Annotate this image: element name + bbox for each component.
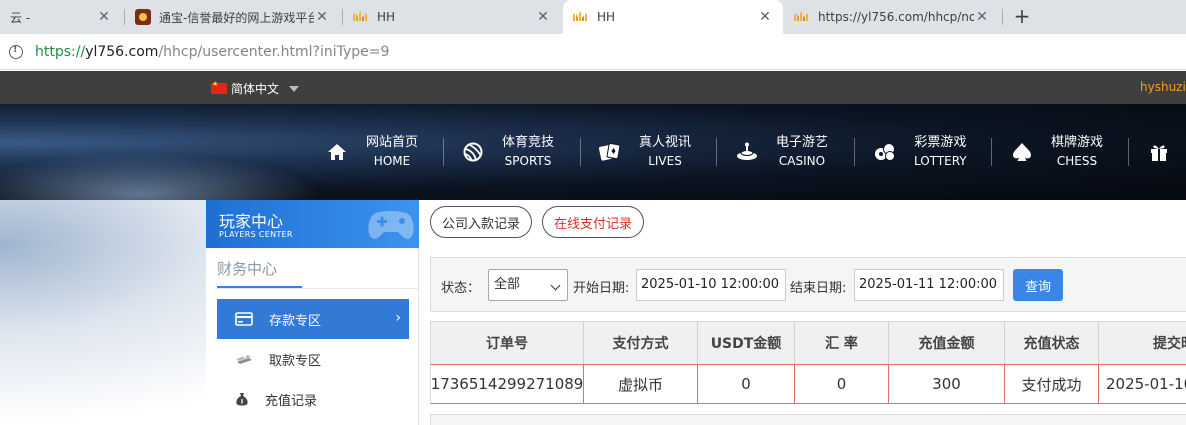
site-info-icon[interactable] bbox=[9, 44, 23, 59]
browser-tab-strip: 云 - ✕ 通宝-信誉最好的网上游戏平台 ✕ HH ✕ HH ✕ https:/… bbox=[0, 0, 1186, 34]
slot-icon bbox=[736, 141, 758, 163]
status-select[interactable]: 全部 bbox=[488, 269, 568, 301]
sidebar-item-withdraw[interactable]: 取款专区 bbox=[217, 339, 409, 379]
money-bag-icon bbox=[233, 392, 251, 406]
url-text[interactable]: https://yl756.com/hhcp/usercenter.html?i… bbox=[35, 44, 389, 60]
site-top-bar: 简体中文 hyshuzi bbox=[0, 71, 1186, 104]
cash-icon bbox=[235, 352, 253, 366]
column-header: 支付方式 bbox=[584, 322, 698, 364]
browser-tab[interactable]: 通宝-信誉最好的网上游戏平台 ✕ bbox=[125, 0, 340, 34]
nav-casino[interactable]: 电子游艺 CASINO bbox=[736, 134, 828, 170]
sidebar-item-deposit[interactable]: 存款专区 › bbox=[217, 299, 409, 339]
site-favicon-icon bbox=[135, 9, 151, 25]
nav-home[interactable]: 网站首页 HOME bbox=[326, 134, 418, 170]
column-header: 汇 率 bbox=[795, 322, 889, 364]
caret-down-icon bbox=[289, 85, 300, 92]
company-deposit-records-tab[interactable]: 公司入款记录 bbox=[430, 206, 532, 238]
nav-promotions[interactable] bbox=[1148, 134, 1186, 170]
site-favicon-icon bbox=[573, 10, 589, 21]
start-date-label: 开始日期: bbox=[573, 281, 630, 296]
cards-icon bbox=[599, 141, 621, 163]
ball-icon bbox=[462, 141, 484, 163]
chevron-right-icon: › bbox=[395, 310, 401, 326]
nav-lottery[interactable]: 彩票游戏 LOTTERY bbox=[874, 134, 967, 170]
spade-icon bbox=[1011, 141, 1033, 163]
column-header: 提交时间 bbox=[1099, 322, 1186, 364]
sidebar-item-recharge-records[interactable]: 充值记录 bbox=[217, 379, 409, 419]
site-favicon-icon bbox=[353, 10, 369, 21]
column-header: 充值金额 bbox=[889, 322, 1005, 364]
close-icon[interactable]: ✕ bbox=[314, 9, 330, 25]
filter-bar: 状态： 全部 开始日期: 2025-01-10 12:00:00 结束日期: 2… bbox=[430, 257, 1186, 312]
gamepad-icon bbox=[368, 211, 414, 239]
column-header: 订单号 bbox=[430, 322, 584, 364]
table-cell: 300 bbox=[889, 364, 1005, 404]
language-selector[interactable]: 简体中文 bbox=[211, 80, 300, 97]
username-link[interactable]: hyshuzi bbox=[1140, 80, 1186, 94]
nav-chess[interactable]: 棋牌游戏 CHESS bbox=[1011, 134, 1103, 170]
nav-sports[interactable]: 体育竞技 SPORTS bbox=[462, 134, 554, 170]
end-date-label: 结束日期: bbox=[790, 281, 847, 296]
table-cell: 虚拟币 bbox=[584, 364, 698, 404]
start-date-input[interactable]: 2025-01-10 12:00:00 bbox=[636, 269, 786, 301]
table-cell: 支付成功 bbox=[1005, 364, 1099, 404]
card-icon bbox=[235, 312, 253, 326]
end-date-input[interactable]: 2025-01-11 12:00:00 bbox=[854, 269, 1004, 301]
pagination-area bbox=[430, 414, 1186, 425]
lottery-balls-icon bbox=[874, 141, 896, 163]
query-button[interactable]: 查询 bbox=[1013, 269, 1063, 301]
close-icon[interactable]: ✕ bbox=[757, 9, 773, 25]
finance-center-title: 财务中心 bbox=[217, 260, 278, 278]
finance-sidebar: 财务中心 存款专区 › 取款专区 充值记录 bbox=[206, 248, 419, 425]
address-bar[interactable]: https://yl756.com/hhcp/usercenter.html?i… bbox=[0, 34, 1186, 70]
table-cell: 1736514299271089 bbox=[430, 364, 584, 404]
new-tab-plus-icon[interactable]: + bbox=[1010, 5, 1034, 29]
browser-tab[interactable]: 云 - ✕ bbox=[0, 0, 122, 34]
close-icon[interactable]: ✕ bbox=[974, 9, 990, 25]
records-table: 订单号 支付方式 USDT金额 汇 率 充值金额 充值状态 提交时间 17365… bbox=[430, 321, 1186, 405]
main-navigation: 网站首页 HOME 体育竞技 SPORTS 真人视讯 LIVES 电子游艺 CASINO… bbox=[0, 104, 1186, 200]
column-header: USDT金额 bbox=[698, 322, 795, 364]
browser-tab[interactable]: https://yl756.com/hhcp/noti ✕ bbox=[784, 0, 1000, 34]
close-icon[interactable]: ✕ bbox=[535, 9, 551, 25]
nav-lives[interactable]: 真人视讯 LIVES bbox=[599, 134, 691, 170]
status-label: 状态： bbox=[441, 281, 481, 296]
table-cell: 0 bbox=[795, 364, 889, 404]
online-payment-records-tab[interactable]: 在线支付记录 bbox=[542, 206, 644, 238]
table-cell: 2025-01-10 bbox=[1099, 364, 1186, 404]
china-flag-icon bbox=[211, 80, 227, 94]
table-cell: 0 bbox=[698, 364, 795, 404]
players-center-header: 玩家中心 PLAYERS CENTER bbox=[206, 200, 419, 248]
site-favicon-icon bbox=[794, 10, 810, 21]
browser-tab[interactable]: HH ✕ bbox=[343, 0, 561, 34]
gift-icon bbox=[1148, 141, 1170, 163]
close-icon[interactable]: ✕ bbox=[96, 9, 112, 25]
home-icon bbox=[326, 141, 348, 163]
browser-tab-active[interactable]: HH ✕ bbox=[563, 0, 783, 34]
column-header: 充值状态 bbox=[1005, 322, 1099, 364]
